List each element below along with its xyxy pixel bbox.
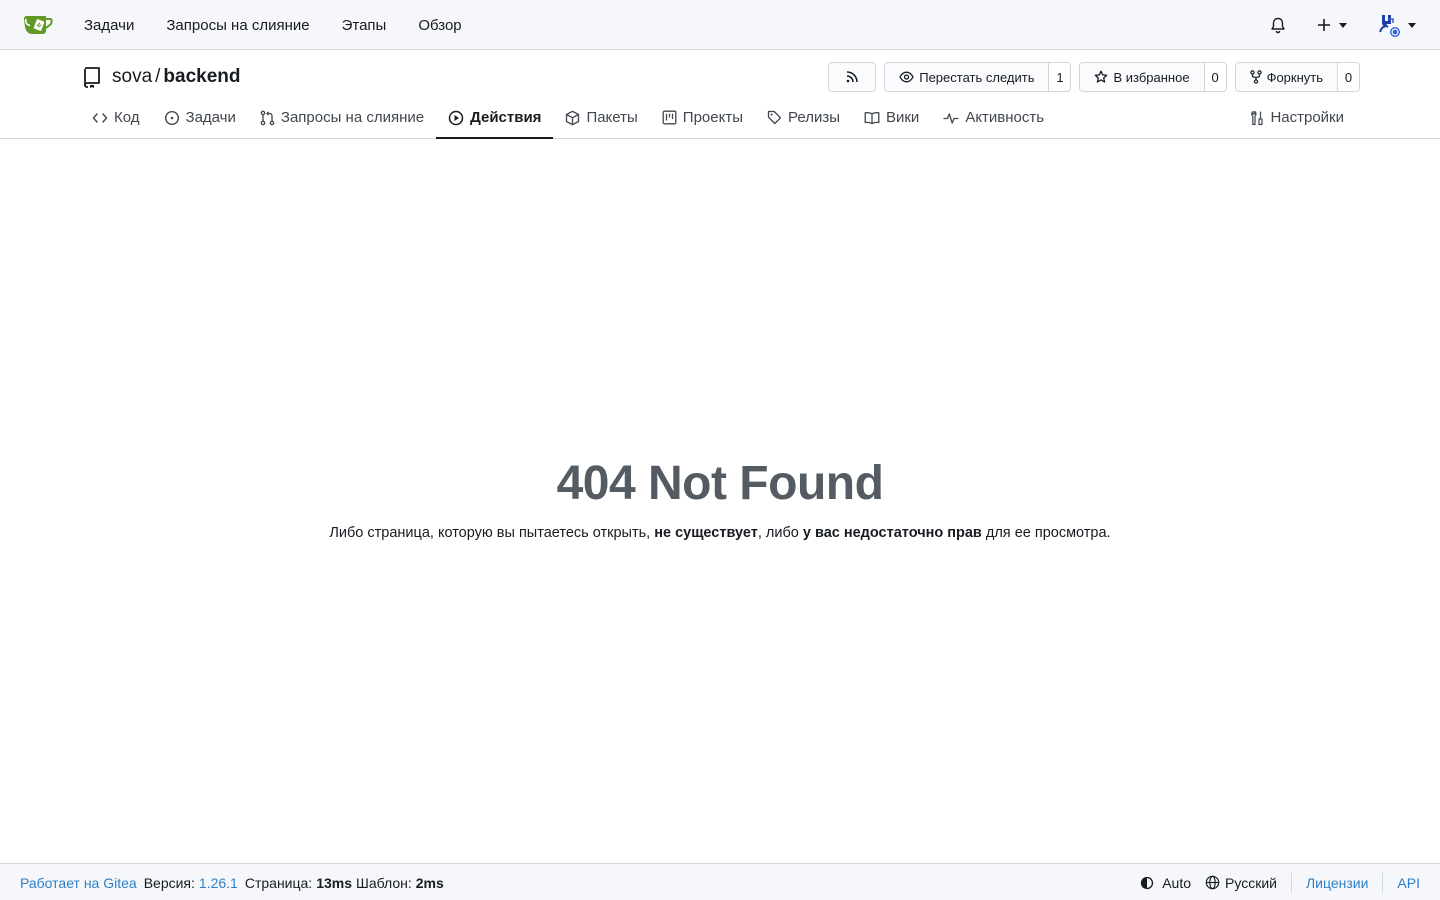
nav-pull-requests[interactable]: Запросы на слияние <box>150 0 325 50</box>
error-description: Либо страница, которую вы пытаетесь откр… <box>0 525 1440 541</box>
error-title: 404 Not Found <box>556 457 884 510</box>
version-label: Версия: <box>143 874 195 891</box>
rss-button[interactable] <box>828 62 877 92</box>
tab-pull-requests-label: Запросы на слияние <box>280 109 425 126</box>
star-label: В избранное <box>1113 69 1190 85</box>
error-desc-bold-1: не существует <box>654 525 758 541</box>
tab-settings[interactable]: Настройки <box>1238 98 1356 139</box>
repo-title: sova / backend <box>82 64 241 90</box>
error-desc-part-2: , либо <box>757 525 803 541</box>
gitea-logo[interactable] <box>22 11 54 39</box>
tab-pull-requests[interactable]: Запросы на слияние <box>248 98 436 139</box>
project-icon <box>662 110 677 125</box>
eye-icon <box>899 71 914 83</box>
repo-forked-icon <box>1249 70 1262 84</box>
error-desc-part-3: для ее просмотра. <box>981 525 1111 541</box>
tab-actions-label: Действия <box>470 109 542 126</box>
footer-divider <box>1382 872 1384 893</box>
tag-icon <box>767 110 782 125</box>
tab-activity-label: Активность <box>965 109 1045 126</box>
template-time-label: Шаблон: <box>356 874 412 891</box>
play-icon <box>448 110 464 125</box>
tools-icon <box>1251 110 1264 125</box>
language-label: Русский <box>1225 874 1277 891</box>
theme-auto-icon <box>1141 876 1154 889</box>
repo-tabs: Код Задачи Запросы на слияние Действия П… <box>80 98 1056 139</box>
licenses-link[interactable]: Лицензии <box>1306 875 1368 891</box>
plus-icon <box>1318 19 1330 31</box>
page-time-value: 13ms <box>316 874 352 891</box>
error-desc-part-1: Либо страница, которую вы пытаетесь откр… <box>329 525 655 541</box>
star-button[interactable]: В избранное <box>1080 63 1203 91</box>
tab-releases-label: Релизы <box>788 109 840 126</box>
tab-packages-label: Пакеты <box>586 109 638 126</box>
fork-label: Форкнуть <box>1266 69 1323 85</box>
version-link[interactable]: 1.26.1 <box>199 875 238 891</box>
tab-projects-label: Проекты <box>682 109 743 126</box>
watch-group: Перестать следить 1 <box>884 62 1072 92</box>
repo-owner-link[interactable]: sova <box>112 66 152 88</box>
tab-code[interactable]: Код <box>80 98 152 139</box>
tab-issues-label: Задачи <box>185 109 236 126</box>
code-icon <box>92 112 108 123</box>
top-navbar: Задачи Запросы на слияние Этапы Обзор <box>0 0 1440 50</box>
template-time-value: 2ms <box>415 874 444 891</box>
create-new-menu[interactable] <box>1306 0 1358 50</box>
nav-explore[interactable]: Обзор <box>402 0 477 50</box>
tab-wiki[interactable]: Вики <box>852 98 931 139</box>
repo-path-separator: / <box>155 66 161 87</box>
repo-name-link[interactable]: backend <box>163 66 240 88</box>
tab-actions[interactable]: Действия <box>436 98 554 139</box>
git-pull-request-icon <box>260 110 275 125</box>
api-link[interactable]: API <box>1397 875 1420 891</box>
tab-settings-label: Настройки <box>1270 109 1344 126</box>
fork-group: Форкнуть 0 <box>1234 62 1360 92</box>
theme-selector[interactable]: Auto <box>1140 875 1191 891</box>
page-time-label: Страница: <box>244 874 313 891</box>
unwatch-button[interactable]: Перестать следить <box>885 63 1048 91</box>
nav-milestones[interactable]: Этапы <box>326 0 403 50</box>
tab-issues[interactable]: Задачи <box>152 98 248 139</box>
star-group: В избранное 0 <box>1079 62 1227 92</box>
tab-activity[interactable]: Активность <box>931 98 1056 139</box>
forks-count[interactable]: 0 <box>1337 63 1359 91</box>
repo-header: sova / backend Перестать следить 1 В изб… <box>0 50 1440 139</box>
footer-divider <box>1290 872 1292 893</box>
page-footer: Работает на Gitea Версия: 1.26.1 Страниц… <box>0 863 1440 900</box>
nav-issues[interactable]: Задачи <box>68 0 150 50</box>
chevron-down-icon <box>1408 22 1416 28</box>
issue-opened-icon <box>164 110 179 125</box>
tab-releases[interactable]: Релизы <box>755 98 852 139</box>
error-desc-bold-2: у вас недостаточно прав <box>802 525 982 541</box>
tab-packages[interactable]: Пакеты <box>553 98 649 139</box>
star-icon <box>1095 70 1108 83</box>
powered-by-gitea-link[interactable]: Работает на Gitea <box>20 875 137 891</box>
repo-icon <box>84 67 100 88</box>
tab-code-label: Код <box>114 109 140 126</box>
rss-icon <box>829 63 875 91</box>
globe-icon <box>1205 875 1220 890</box>
book-icon <box>864 111 880 124</box>
user-menu[interactable] <box>1368 0 1424 50</box>
tab-wiki-label: Вики <box>885 109 920 126</box>
unwatch-label: Перестать следить <box>919 69 1035 85</box>
chevron-down-icon <box>1339 22 1347 28</box>
error-container: 404 Not Found Либо страница, которую вы … <box>0 455 1440 541</box>
pulse-icon <box>943 112 959 124</box>
avatar <box>1379 15 1400 37</box>
tab-projects[interactable]: Проекты <box>650 98 755 139</box>
fork-button[interactable]: Форкнуть <box>1236 63 1337 91</box>
theme-label: Auto <box>1162 874 1192 891</box>
watchers-count[interactable]: 1 <box>1048 63 1071 91</box>
notifications-bell-icon[interactable] <box>1258 0 1298 50</box>
language-selector[interactable]: Русский <box>1205 875 1277 891</box>
stars-count[interactable]: 0 <box>1203 63 1226 91</box>
package-icon <box>566 110 580 125</box>
